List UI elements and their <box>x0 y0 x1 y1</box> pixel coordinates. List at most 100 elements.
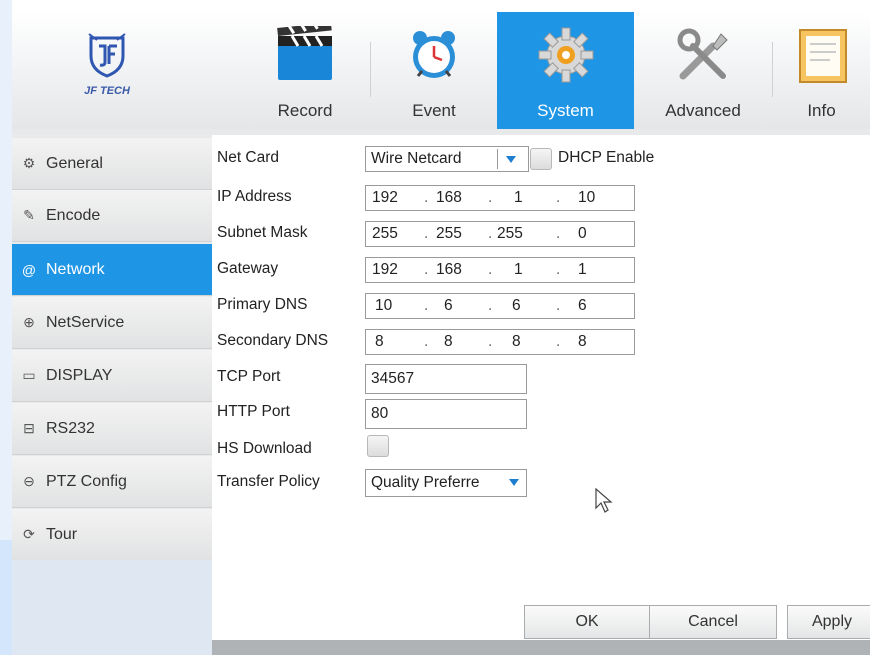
ip-dot: . <box>556 261 561 278</box>
http-port-input[interactable]: 80 <box>365 399 527 429</box>
tour-icon: ⟳ <box>23 526 35 542</box>
tab-record-label: Record <box>277 101 333 120</box>
tab-advanced[interactable]: Advanced <box>634 12 772 129</box>
chevron-down-icon <box>506 156 516 163</box>
gateway-octet-4[interactable]: 1 <box>578 261 587 279</box>
sidebar-item-network[interactable]: @ Network <box>12 244 212 296</box>
primary-dns-octet-3[interactable]: 6 <box>512 297 521 315</box>
secondary-dns-octet-2[interactable]: 8 <box>444 333 453 351</box>
ip-dot: . <box>556 189 561 206</box>
ip-dot: . <box>488 333 493 350</box>
subnet-octet-4[interactable]: 0 <box>578 225 587 243</box>
cancel-button[interactable]: Cancel <box>649 605 777 639</box>
left-edge-strip-bottom <box>0 540 12 655</box>
sidebar-item-label: Encode <box>46 206 101 224</box>
record-clapper-icon <box>277 26 332 80</box>
tcp-port-input[interactable]: 34567 <box>365 364 527 394</box>
tab-info-label: Info <box>807 101 836 120</box>
gateway-octet-2[interactable]: 168 <box>436 261 462 279</box>
sidebar-item-label: RS232 <box>46 419 95 437</box>
subnet-mask-label: Subnet Mask <box>217 224 308 241</box>
top-menu-bar: JF TECH Record Event System Advanced Inf… <box>12 12 870 130</box>
tcp-port-label: TCP Port <box>217 368 281 385</box>
net-card-select[interactable]: Wire Netcard <box>365 146 529 172</box>
secondary-dns-octet-3[interactable]: 8 <box>512 333 521 351</box>
at-sign-icon: @ <box>21 261 37 278</box>
tab-event[interactable]: Event <box>371 12 497 129</box>
hs-download-label: HS Download <box>217 440 312 457</box>
ip-octet-2[interactable]: 168 <box>436 189 462 207</box>
primary-dns-octet-1[interactable]: 10 <box>375 297 392 315</box>
subnet-mask-field[interactable]: 255 . 255 . 255 . 0 <box>365 221 635 247</box>
subnet-octet-1[interactable]: 255 <box>372 225 398 243</box>
sidebar-item-netservice[interactable]: ⊕ NetService <box>12 297 212 349</box>
tab-system-label: System <box>537 101 594 120</box>
ip-address-field[interactable]: 192 . 168 . 1 . 10 <box>365 185 635 211</box>
encode-icon: ✎ <box>23 207 35 223</box>
http-port-value: 80 <box>371 405 389 422</box>
gear-icon <box>538 27 593 83</box>
hs-download-checkbox[interactable] <box>367 435 389 457</box>
network-settings-panel: Net Card Wire Netcard DHCP Enable IP Add… <box>212 135 870 640</box>
chevron-down-icon <box>509 479 519 486</box>
ip-dot: . <box>488 189 493 206</box>
sidebar-item-label: General <box>46 154 103 172</box>
sidebar-item-display[interactable]: ▭ DISPLAY <box>12 350 212 402</box>
secondary-dns-octet-4[interactable]: 8 <box>578 333 587 351</box>
gateway-octet-1[interactable]: 192 <box>372 261 398 279</box>
transfer-policy-value: Quality Preferre <box>371 474 480 491</box>
secondary-dns-octet-1[interactable]: 8 <box>375 333 384 351</box>
bottom-status-bar <box>212 640 870 655</box>
sidebar-item-label: PTZ Config <box>46 472 127 490</box>
ip-dot: . <box>424 225 429 242</box>
serial-port-icon: ⊟ <box>23 420 35 436</box>
sidebar-item-encode[interactable]: ✎ Encode <box>12 190 212 242</box>
tab-system[interactable]: System <box>497 12 634 129</box>
secondary-dns-label: Secondary DNS <box>217 332 329 349</box>
ip-octet-1[interactable]: 192 <box>372 189 398 207</box>
ip-octet-3[interactable]: 1 <box>514 189 523 207</box>
transfer-policy-select[interactable]: Quality Preferre <box>365 469 527 497</box>
gateway-field[interactable]: 192 . 168 . 1 . 1 <box>365 257 635 283</box>
ok-button[interactable]: OK <box>524 605 650 639</box>
subnet-octet-2[interactable]: 255 <box>436 225 462 243</box>
net-card-value: Wire Netcard <box>371 150 462 167</box>
primary-dns-octet-4[interactable]: 6 <box>578 297 587 315</box>
tools-icon <box>677 28 728 80</box>
tab-event-label: Event <box>412 101 456 120</box>
alarm-clock-icon <box>413 31 455 78</box>
tab-record[interactable]: Record <box>240 12 370 129</box>
ip-dot: . <box>424 297 429 314</box>
ip-dot: . <box>488 261 493 278</box>
mouse-cursor-icon <box>595 488 613 513</box>
tab-info[interactable]: Info <box>773 12 870 129</box>
dhcp-enable-checkbox[interactable] <box>530 148 552 170</box>
ip-octet-4[interactable]: 10 <box>578 189 595 207</box>
subnet-octet-3[interactable]: 255 <box>497 225 523 243</box>
gateway-label: Gateway <box>217 260 279 277</box>
sidebar-item-tour[interactable]: ⟳ Tour <box>12 509 212 561</box>
gateway-octet-3[interactable]: 1 <box>514 261 523 279</box>
jf-tech-logo: JF TECH <box>62 32 152 122</box>
ip-dot: . <box>424 189 429 206</box>
primary-dns-octet-2[interactable]: 6 <box>444 297 453 315</box>
apply-button[interactable]: Apply <box>787 605 870 639</box>
sidebar: ⚙ General ✎ Encode @ Network ⊕ NetServic… <box>12 135 212 655</box>
globe-icon: ⊕ <box>23 314 35 330</box>
primary-dns-field[interactable]: 10 . 6 . 6 . 6 <box>365 293 635 319</box>
ip-dot: . <box>488 225 493 242</box>
ip-dot: . <box>488 297 493 314</box>
sidebar-item-label: Tour <box>46 525 78 543</box>
select-divider <box>497 149 498 169</box>
ip-dot: . <box>556 333 561 350</box>
sidebar-item-ptz-config[interactable]: ⊖ PTZ Config <box>12 456 212 508</box>
tcp-port-value: 34567 <box>371 370 415 387</box>
transfer-policy-label: Transfer Policy <box>217 473 320 490</box>
info-document-icon <box>798 29 847 83</box>
sidebar-item-general[interactable]: ⚙ General <box>12 138 212 190</box>
secondary-dns-field[interactable]: 8 . 8 . 8 . 8 <box>365 329 635 355</box>
sidebar-item-rs232[interactable]: ⊟ RS232 <box>12 403 212 455</box>
logo-shield-icon <box>88 33 126 78</box>
ptz-icon: ⊖ <box>23 473 35 489</box>
logo-text: JF TECH <box>84 85 130 97</box>
